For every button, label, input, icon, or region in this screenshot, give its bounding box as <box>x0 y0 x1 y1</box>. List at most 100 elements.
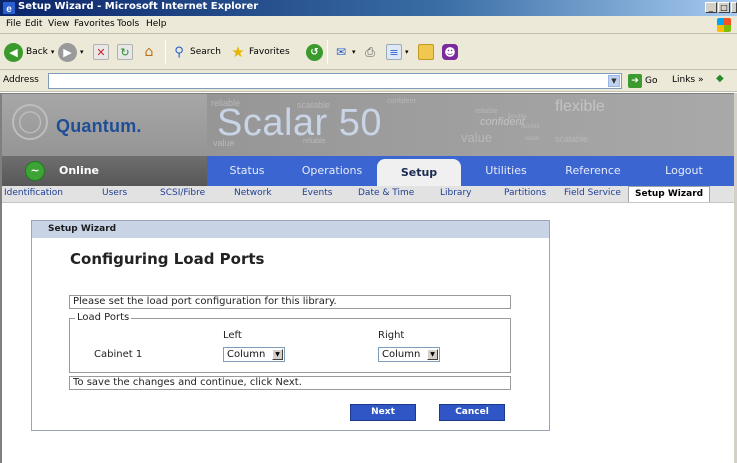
search-label: Search <box>190 47 221 57</box>
quantum-logo-text: Quantum. <box>56 116 142 136</box>
print-button[interactable]: ⎙ <box>362 42 378 62</box>
home-button[interactable]: ⌂ <box>141 42 157 62</box>
back-arrow-icon: ◀ <box>4 42 23 62</box>
minimize-button[interactable]: _ <box>705 2 717 13</box>
subnav-setup-wizard[interactable]: Setup Wizard <box>628 186 711 202</box>
home-icon: ⌂ <box>144 44 154 60</box>
nav-setup[interactable]: Setup <box>377 159 461 186</box>
watermark-word: flexible <box>508 114 527 120</box>
back-label: Back <box>26 47 48 57</box>
left-port-select[interactable]: Column ▼ <box>223 347 285 362</box>
favorites-star-icon: ★ <box>231 43 245 61</box>
window-titlebar: e Setup Wizard - Microsoft Internet Expl… <box>0 0 737 16</box>
setup-wizard-panel: Setup Wizard Configuring Load Ports Plea… <box>31 220 550 431</box>
quantum-logo-icon: ◯ <box>12 104 48 140</box>
go-button[interactable]: ➜ Go <box>628 74 657 88</box>
nav-operations[interactable]: Operations <box>291 156 373 186</box>
left-port-value: Column <box>227 349 266 360</box>
chevron-down-icon: ▾ <box>50 48 55 56</box>
nav-status[interactable]: Status <box>207 156 287 186</box>
load-ports-legend: Load Ports <box>75 312 132 323</box>
status-label: Online <box>59 164 100 177</box>
address-input[interactable]: ▼ <box>48 73 622 89</box>
library-status: ~ Online <box>2 156 207 186</box>
mail-icon: ✉ <box>335 45 347 59</box>
wizard-title: Configuring Load Ports <box>70 250 265 268</box>
subnav-events[interactable]: Events <box>302 188 332 198</box>
watermark-word: reliable <box>475 108 498 115</box>
svg-text:e: e <box>6 4 12 14</box>
stop-icon: ✕ <box>93 44 109 60</box>
forward-button[interactable]: ▶ ▾ <box>58 42 84 62</box>
watermark-word: flexible <box>555 98 605 115</box>
subnav-library[interactable]: Library <box>440 188 471 198</box>
toolbar-separator <box>165 40 166 64</box>
menu-file[interactable]: File <box>6 19 21 29</box>
history-icon: ↺ <box>306 43 323 61</box>
subnav-date-time[interactable]: Date & Time <box>358 188 414 198</box>
folder-icon <box>418 44 434 60</box>
menu-view[interactable]: View <box>48 19 69 29</box>
window-title: Setup Wizard - Microsoft Internet Explor… <box>18 1 259 12</box>
edit-button[interactable]: ≡ ▾ <box>386 42 409 62</box>
edit-page-icon: ≡ <box>386 44 402 60</box>
mail-button[interactable]: ✉ ▾ <box>333 42 356 62</box>
cancel-button[interactable]: Cancel <box>439 404 505 421</box>
setup-subnav: Identification Users SCSI/Fibre Network … <box>2 186 737 203</box>
menu-favorites[interactable]: Favorites <box>74 19 115 29</box>
address-label: Address <box>3 75 39 85</box>
right-port-value: Column <box>382 349 421 360</box>
product-name: Scalar 50 <box>217 102 383 144</box>
address-bar: Address ▼ ➜ Go Links » ◆ <box>0 70 737 92</box>
next-button[interactable]: Next <box>350 404 416 421</box>
dropdown-arrow-icon: ▼ <box>427 349 438 360</box>
extension-icon[interactable]: ◆ <box>716 73 730 87</box>
address-dropdown-icon[interactable]: ▼ <box>608 75 620 87</box>
search-button[interactable]: ⚲ Search <box>171 42 221 62</box>
chevron-down-icon: ▾ <box>80 48 84 56</box>
subnav-network[interactable]: Network <box>234 188 272 198</box>
links-button[interactable]: Links » <box>672 75 704 85</box>
nav-utilities[interactable]: Utilities <box>465 156 547 186</box>
forward-arrow-icon: ▶ <box>58 42 77 62</box>
messenger-button[interactable]: ☻ <box>442 42 458 62</box>
load-ports-group: Load Ports Left Right Cabinet 1 Column ▼… <box>69 312 511 373</box>
nav-reference[interactable]: Reference <box>551 156 635 186</box>
history-button[interactable]: ↺ <box>306 42 323 62</box>
column-header-left: Left <box>223 330 242 341</box>
footer-message: To save the changes and continue, click … <box>69 376 511 390</box>
maximize-button[interactable]: □ <box>718 2 730 13</box>
subnav-users[interactable]: Users <box>102 188 127 198</box>
favorites-button[interactable]: ★ Favorites <box>230 42 289 62</box>
go-arrow-icon: ➜ <box>628 74 642 88</box>
menu-tools[interactable]: Tools <box>117 19 139 29</box>
column-header-right: Right <box>378 330 405 341</box>
subnav-partitions[interactable]: Partitions <box>504 188 546 198</box>
refresh-icon: ↻ <box>117 44 133 60</box>
dropdown-arrow-icon: ▼ <box>272 349 283 360</box>
menu-help[interactable]: Help <box>146 19 167 29</box>
go-label: Go <box>645 76 658 86</box>
back-button[interactable]: ◀ Back ▾ <box>4 42 54 62</box>
toolbar-separator <box>327 40 328 64</box>
product-banner: reliable scalable confident flexible val… <box>207 94 737 156</box>
windows-logo-icon <box>717 18 731 32</box>
ie-icon: e <box>3 2 15 14</box>
close-button[interactable] <box>731 2 737 13</box>
watermark-word: flexible <box>521 124 540 130</box>
chevron-down-icon: ▾ <box>405 48 409 56</box>
menu-edit[interactable]: Edit <box>25 19 42 29</box>
right-port-select[interactable]: Column ▼ <box>378 347 440 362</box>
subnav-field-service[interactable]: Field Service <box>564 188 621 198</box>
nav-logout[interactable]: Logout <box>639 156 729 186</box>
subnav-scsi-fibre[interactable]: SCSI/Fibre <box>160 188 205 198</box>
folder-button[interactable] <box>418 42 434 62</box>
page-header: ◯ Quantum. reliable scalable confident f… <box>2 94 737 156</box>
subnav-identification[interactable]: Identification <box>4 188 63 198</box>
refresh-button[interactable]: ↻ <box>117 42 133 62</box>
cabinet-label: Cabinet 1 <box>94 349 143 360</box>
stop-button[interactable]: ✕ <box>93 42 109 62</box>
messenger-icon: ☻ <box>442 44 458 60</box>
watermark-word: scalable <box>555 134 589 144</box>
standard-toolbar: ◀ Back ▾ ▶ ▾ ✕ ↻ ⌂ ⚲ Search ★ Favorites … <box>0 34 737 70</box>
